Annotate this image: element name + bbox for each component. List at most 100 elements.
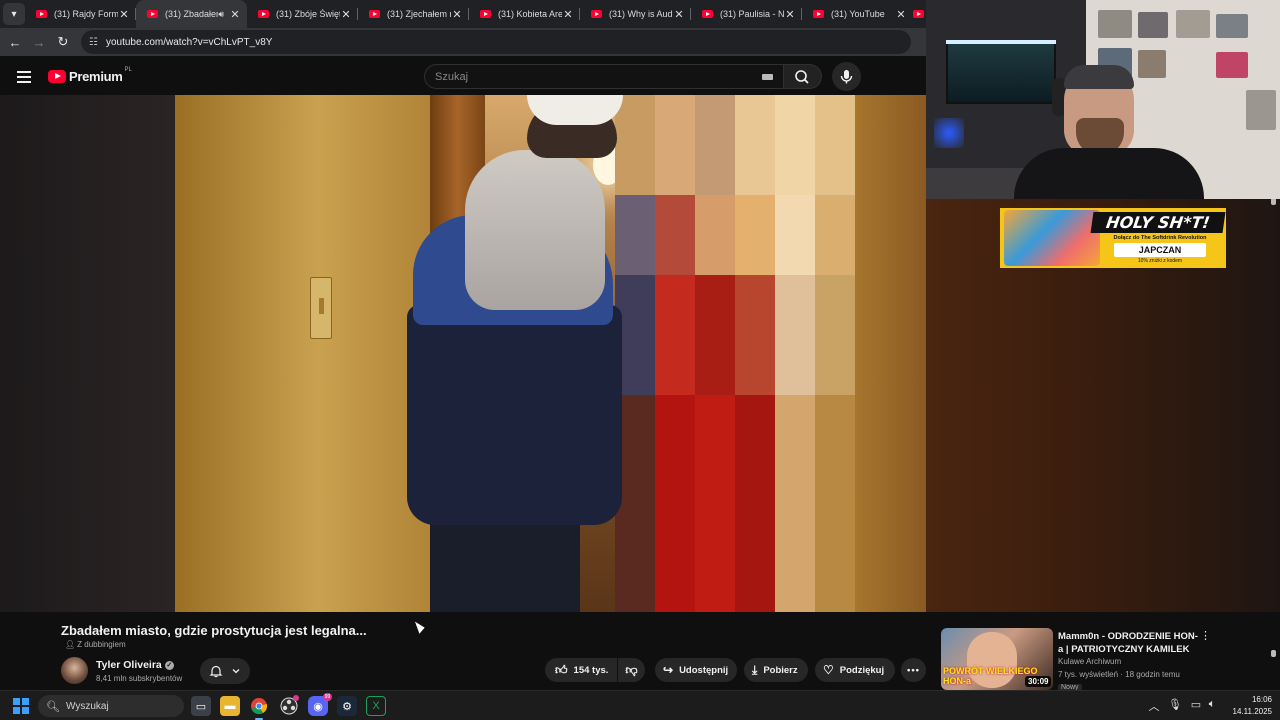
- tab-title: (31) Why is Audi: [609, 9, 673, 19]
- channel-name[interactable]: Tyler Oliveira ✓: [96, 659, 174, 671]
- thanks-heart-icon: ♡: [823, 663, 834, 677]
- thanks-label: Podziękuj: [839, 664, 885, 676]
- more-actions-button[interactable]: •••: [901, 658, 926, 682]
- more-horizontal-icon: •••: [907, 664, 920, 676]
- channel-name-text[interactable]: Tyler Oliveira: [96, 659, 162, 671]
- thumbs-down-icon: 👎︎: [625, 662, 638, 677]
- verified-icon: ✓: [164, 661, 174, 670]
- youtube-masthead: Premium PL Szukaj: [0, 57, 926, 95]
- close-tab-icon[interactable]: ✕: [562, 8, 574, 21]
- search-placeholder: Szukaj: [435, 71, 469, 83]
- close-tab-icon[interactable]: ✕: [784, 8, 796, 21]
- download-label: Pobierz: [763, 664, 798, 676]
- video-frame-door-right: [855, 95, 926, 612]
- banner-note: 10% zniżki z kodem: [1137, 258, 1183, 264]
- browser-tab-strip: ▾ (31) Rajdy Formuł ✕ (31) Zbadałem 🔊︎ ✕…: [0, 0, 926, 28]
- video-title: Zbadałem miasto, gdzie prostytucja jest …: [61, 623, 367, 638]
- browser-tab[interactable]: (31) Why is Audi ✕: [580, 0, 691, 28]
- volume-icon[interactable]: 🔈︎: [1204, 698, 1220, 711]
- country-code: PL: [124, 66, 132, 73]
- video-info: Zbadałem miasto, gdzie prostytucja jest …: [0, 612, 1280, 691]
- close-tab-icon[interactable]: ✕: [895, 8, 907, 21]
- channel-avatar[interactable]: [61, 657, 88, 684]
- discord-badge: 99: [323, 693, 332, 701]
- browser-tab[interactable]: (31) Paulisia - Nov ✕: [691, 0, 802, 28]
- file-explorer-icon[interactable]: ▬: [220, 696, 240, 716]
- banner-headline: HOLY SH*T!: [1090, 212, 1226, 233]
- recommendation-channel[interactable]: Kulawe Archiwum: [1058, 657, 1121, 666]
- taskbar-clock[interactable]: 16:06 14.11.2025: [1222, 694, 1272, 718]
- taskbar-search-field[interactable]: 🔍︎ Wyszukaj: [38, 695, 184, 717]
- mouse-cursor-icon: [414, 619, 427, 634]
- keyboard-icon[interactable]: [762, 74, 773, 80]
- site-settings-icon[interactable]: ☷: [89, 37, 98, 48]
- youtube-favicon-icon: [480, 10, 491, 18]
- like-button[interactable]: 👍︎ 154 tys.: [545, 658, 617, 682]
- browser-tab[interactable]: (31) Kobieta Aresz ✕: [469, 0, 580, 28]
- reload-icon[interactable]: ↻: [51, 34, 75, 50]
- search-button[interactable]: [784, 64, 822, 89]
- back-arrow-icon[interactable]: ←: [3, 35, 27, 50]
- tab-title: (31) Rajdy Formuł: [54, 9, 118, 19]
- speaker-icon[interactable]: 🔊︎: [218, 9, 224, 20]
- streamer-webcam: [926, 0, 1280, 199]
- excel-icon[interactable]: X: [366, 696, 386, 716]
- share-button[interactable]: ↪ Udostępnij: [655, 658, 737, 682]
- tray-chevron-up-icon[interactable]: ︿: [1146, 698, 1162, 714]
- youtube-favicon-icon: [702, 10, 713, 18]
- tab-title: (31) Zbóje Święto: [276, 9, 340, 19]
- url-field[interactable]: ☷ youtube.com/watch?v=vChLvPT_v8Y: [81, 30, 911, 54]
- discord-icon[interactable]: ◉ 99: [308, 693, 332, 716]
- menu-icon[interactable]: [17, 71, 31, 86]
- browser-tab[interactable]: (31) Rajdy Formuł ✕: [25, 0, 136, 28]
- tab-title: (31) YouTube: [831, 9, 885, 19]
- scrollbar-arrow-up[interactable]: [1271, 198, 1276, 205]
- discord-glyph: ◉: [313, 700, 323, 713]
- bell-icon: [209, 665, 223, 678]
- close-tab-icon[interactable]: ✕: [340, 8, 352, 21]
- windows-taskbar: 🔍︎ Wyszukaj ▭ ▬ ◉ 99 ⚙ X ︿ 🎙︎ ▭ 🔈︎ 16:06…: [0, 690, 1280, 720]
- video-player[interactable]: [175, 95, 926, 612]
- address-bar-row: ← → ↻ ☷ youtube.com/watch?v=vChLvPT_v8Y: [0, 28, 926, 56]
- dislike-button[interactable]: 👎︎: [618, 658, 645, 682]
- browser-tab-overflow[interactable]: [913, 0, 924, 28]
- tab-search-dropdown-icon[interactable]: ▾: [3, 3, 25, 25]
- obs-icon[interactable]: [279, 695, 299, 716]
- webcam-aquarium-light: [946, 40, 1056, 44]
- youtube-play-icon: [48, 70, 66, 83]
- screen: ▾ (31) Rajdy Formuł ✕ (31) Zbadałem 🔊︎ ✕…: [0, 0, 1280, 720]
- banner-product-image: [1004, 210, 1100, 266]
- video-frame-pixelated-area: [615, 95, 855, 612]
- recommendation-title[interactable]: Mamm0n - ODRODZENIE HON-a | PATRIOTYCZNY…: [1058, 630, 1198, 656]
- recommendation-menu-icon[interactable]: ⋮: [1200, 629, 1211, 642]
- steam-icon[interactable]: ⚙: [337, 696, 357, 716]
- close-tab-icon[interactable]: ✕: [118, 8, 130, 21]
- taskbar-search-placeholder: Wyszukaj: [65, 700, 109, 712]
- microphone-tray-icon[interactable]: 🎙︎: [1167, 698, 1183, 711]
- browser-tab-active[interactable]: (31) Zbadałem 🔊︎ ✕: [136, 0, 247, 28]
- youtube-premium-logo[interactable]: Premium PL: [48, 66, 132, 84]
- close-tab-icon[interactable]: ✕: [673, 8, 685, 21]
- close-tab-icon[interactable]: ✕: [229, 8, 241, 21]
- youtube-favicon-icon: [258, 10, 269, 18]
- dubbing-label: 👤︎ Z dubbingiem: [65, 640, 126, 649]
- voice-search-button[interactable]: [832, 62, 861, 91]
- search-input[interactable]: Szukaj: [424, 64, 784, 89]
- windows-start-icon[interactable]: [13, 698, 29, 714]
- browser-tab[interactable]: (31) YouTube ✕: [802, 0, 913, 28]
- forward-arrow-icon[interactable]: →: [27, 35, 51, 50]
- download-button[interactable]: ⤓ Pobierz: [744, 658, 808, 682]
- clock-time: 16:06: [1251, 695, 1272, 704]
- youtube-favicon-icon: [813, 10, 824, 18]
- scrollbar-arrow-down[interactable]: [1271, 650, 1276, 657]
- video-frame-wall: [175, 95, 435, 612]
- task-view-icon[interactable]: ▭: [191, 696, 211, 716]
- chrome-icon[interactable]: [249, 696, 269, 720]
- browser-tab[interactable]: (31) Zbóje Święto ✕: [247, 0, 358, 28]
- browser-tab[interactable]: (31) Zjechałem na ✕: [358, 0, 469, 28]
- banner-code: JAPCZAN: [1114, 243, 1206, 257]
- network-icon[interactable]: ▭: [1188, 698, 1204, 711]
- thanks-button[interactable]: ♡ Podziękuj: [815, 658, 895, 682]
- close-tab-icon[interactable]: ✕: [451, 8, 463, 21]
- subscribed-notifications-button[interactable]: [200, 658, 250, 684]
